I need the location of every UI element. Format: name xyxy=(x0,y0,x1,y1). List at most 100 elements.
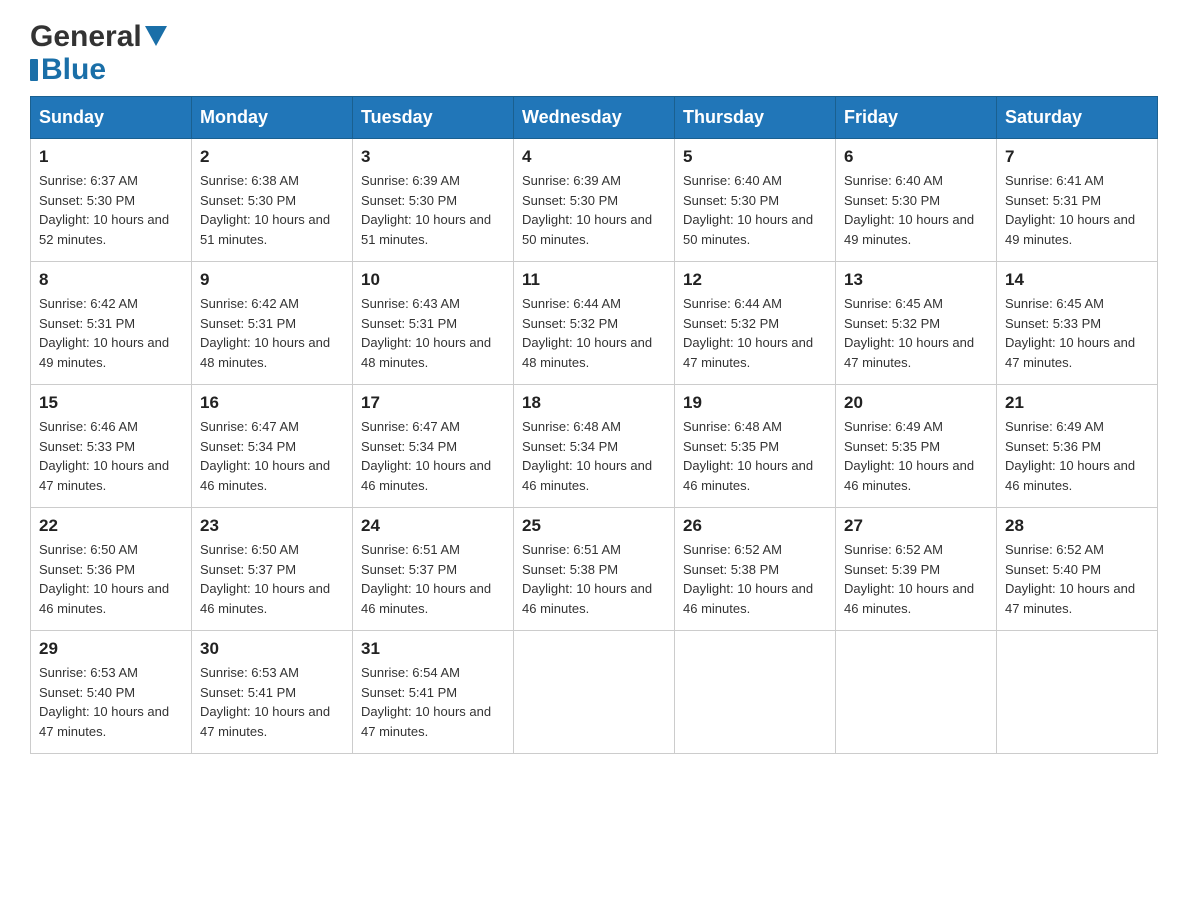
calendar-cell: 8 Sunrise: 6:42 AM Sunset: 5:31 PM Dayli… xyxy=(31,262,192,385)
calendar-cell: 13 Sunrise: 6:45 AM Sunset: 5:32 PM Dayl… xyxy=(836,262,997,385)
day-number: 10 xyxy=(361,270,505,290)
day-number: 19 xyxy=(683,393,827,413)
calendar-cell: 10 Sunrise: 6:43 AM Sunset: 5:31 PM Dayl… xyxy=(353,262,514,385)
day-number: 21 xyxy=(1005,393,1149,413)
calendar-cell: 2 Sunrise: 6:38 AM Sunset: 5:30 PM Dayli… xyxy=(192,139,353,262)
day-info: Sunrise: 6:49 AM Sunset: 5:36 PM Dayligh… xyxy=(1005,417,1149,495)
day-number: 2 xyxy=(200,147,344,167)
calendar-cell: 16 Sunrise: 6:47 AM Sunset: 5:34 PM Dayl… xyxy=(192,385,353,508)
calendar-cell: 27 Sunrise: 6:52 AM Sunset: 5:39 PM Dayl… xyxy=(836,508,997,631)
day-info: Sunrise: 6:48 AM Sunset: 5:35 PM Dayligh… xyxy=(683,417,827,495)
weekday-header-monday: Monday xyxy=(192,97,353,139)
calendar-cell: 28 Sunrise: 6:52 AM Sunset: 5:40 PM Dayl… xyxy=(997,508,1158,631)
day-info: Sunrise: 6:38 AM Sunset: 5:30 PM Dayligh… xyxy=(200,171,344,249)
day-number: 22 xyxy=(39,516,183,536)
weekday-header-row: SundayMondayTuesdayWednesdayThursdayFrid… xyxy=(31,97,1158,139)
calendar-cell: 18 Sunrise: 6:48 AM Sunset: 5:34 PM Dayl… xyxy=(514,385,675,508)
calendar-cell: 17 Sunrise: 6:47 AM Sunset: 5:34 PM Dayl… xyxy=(353,385,514,508)
day-number: 30 xyxy=(200,639,344,659)
day-info: Sunrise: 6:54 AM Sunset: 5:41 PM Dayligh… xyxy=(361,663,505,741)
day-info: Sunrise: 6:53 AM Sunset: 5:40 PM Dayligh… xyxy=(39,663,183,741)
week-row-1: 1 Sunrise: 6:37 AM Sunset: 5:30 PM Dayli… xyxy=(31,139,1158,262)
day-number: 23 xyxy=(200,516,344,536)
calendar-cell xyxy=(836,631,997,754)
day-info: Sunrise: 6:47 AM Sunset: 5:34 PM Dayligh… xyxy=(361,417,505,495)
calendar-cell: 5 Sunrise: 6:40 AM Sunset: 5:30 PM Dayli… xyxy=(675,139,836,262)
calendar-table: SundayMondayTuesdayWednesdayThursdayFrid… xyxy=(30,96,1158,754)
page-header: General Blue xyxy=(30,20,1158,86)
calendar-cell: 14 Sunrise: 6:45 AM Sunset: 5:33 PM Dayl… xyxy=(997,262,1158,385)
day-info: Sunrise: 6:46 AM Sunset: 5:33 PM Dayligh… xyxy=(39,417,183,495)
day-number: 26 xyxy=(683,516,827,536)
logo: General Blue xyxy=(30,20,167,86)
calendar-cell: 15 Sunrise: 6:46 AM Sunset: 5:33 PM Dayl… xyxy=(31,385,192,508)
week-row-2: 8 Sunrise: 6:42 AM Sunset: 5:31 PM Dayli… xyxy=(31,262,1158,385)
day-info: Sunrise: 6:51 AM Sunset: 5:37 PM Dayligh… xyxy=(361,540,505,618)
day-info: Sunrise: 6:47 AM Sunset: 5:34 PM Dayligh… xyxy=(200,417,344,495)
calendar-cell: 12 Sunrise: 6:44 AM Sunset: 5:32 PM Dayl… xyxy=(675,262,836,385)
day-number: 29 xyxy=(39,639,183,659)
week-row-3: 15 Sunrise: 6:46 AM Sunset: 5:33 PM Dayl… xyxy=(31,385,1158,508)
day-info: Sunrise: 6:52 AM Sunset: 5:38 PM Dayligh… xyxy=(683,540,827,618)
day-number: 4 xyxy=(522,147,666,167)
day-number: 12 xyxy=(683,270,827,290)
calendar-cell: 31 Sunrise: 6:54 AM Sunset: 5:41 PM Dayl… xyxy=(353,631,514,754)
calendar-cell: 26 Sunrise: 6:52 AM Sunset: 5:38 PM Dayl… xyxy=(675,508,836,631)
day-info: Sunrise: 6:40 AM Sunset: 5:30 PM Dayligh… xyxy=(683,171,827,249)
calendar-cell xyxy=(997,631,1158,754)
calendar-cell xyxy=(675,631,836,754)
day-info: Sunrise: 6:41 AM Sunset: 5:31 PM Dayligh… xyxy=(1005,171,1149,249)
weekday-header-friday: Friday xyxy=(836,97,997,139)
day-info: Sunrise: 6:53 AM Sunset: 5:41 PM Dayligh… xyxy=(200,663,344,741)
day-info: Sunrise: 6:45 AM Sunset: 5:32 PM Dayligh… xyxy=(844,294,988,372)
day-number: 15 xyxy=(39,393,183,413)
day-number: 9 xyxy=(200,270,344,290)
day-number: 11 xyxy=(522,270,666,290)
day-number: 24 xyxy=(361,516,505,536)
day-info: Sunrise: 6:50 AM Sunset: 5:36 PM Dayligh… xyxy=(39,540,183,618)
week-row-4: 22 Sunrise: 6:50 AM Sunset: 5:36 PM Dayl… xyxy=(31,508,1158,631)
weekday-header-wednesday: Wednesday xyxy=(514,97,675,139)
calendar-cell: 24 Sunrise: 6:51 AM Sunset: 5:37 PM Dayl… xyxy=(353,508,514,631)
day-number: 5 xyxy=(683,147,827,167)
weekday-header-tuesday: Tuesday xyxy=(353,97,514,139)
calendar-cell: 19 Sunrise: 6:48 AM Sunset: 5:35 PM Dayl… xyxy=(675,385,836,508)
logo-blue-text: Blue xyxy=(41,53,106,86)
day-info: Sunrise: 6:44 AM Sunset: 5:32 PM Dayligh… xyxy=(522,294,666,372)
day-number: 16 xyxy=(200,393,344,413)
day-number: 20 xyxy=(844,393,988,413)
day-info: Sunrise: 6:43 AM Sunset: 5:31 PM Dayligh… xyxy=(361,294,505,372)
calendar-cell: 7 Sunrise: 6:41 AM Sunset: 5:31 PM Dayli… xyxy=(997,139,1158,262)
calendar-cell: 25 Sunrise: 6:51 AM Sunset: 5:38 PM Dayl… xyxy=(514,508,675,631)
day-info: Sunrise: 6:51 AM Sunset: 5:38 PM Dayligh… xyxy=(522,540,666,618)
calendar-cell: 21 Sunrise: 6:49 AM Sunset: 5:36 PM Dayl… xyxy=(997,385,1158,508)
day-number: 1 xyxy=(39,147,183,167)
logo-blue-bar xyxy=(30,59,38,81)
calendar-cell xyxy=(514,631,675,754)
logo-general-text: General xyxy=(30,20,142,53)
day-number: 13 xyxy=(844,270,988,290)
weekday-header-sunday: Sunday xyxy=(31,97,192,139)
calendar-cell: 1 Sunrise: 6:37 AM Sunset: 5:30 PM Dayli… xyxy=(31,139,192,262)
day-number: 7 xyxy=(1005,147,1149,167)
day-number: 17 xyxy=(361,393,505,413)
day-info: Sunrise: 6:49 AM Sunset: 5:35 PM Dayligh… xyxy=(844,417,988,495)
day-info: Sunrise: 6:50 AM Sunset: 5:37 PM Dayligh… xyxy=(200,540,344,618)
day-info: Sunrise: 6:52 AM Sunset: 5:39 PM Dayligh… xyxy=(844,540,988,618)
day-info: Sunrise: 6:40 AM Sunset: 5:30 PM Dayligh… xyxy=(844,171,988,249)
day-info: Sunrise: 6:52 AM Sunset: 5:40 PM Dayligh… xyxy=(1005,540,1149,618)
calendar-cell: 11 Sunrise: 6:44 AM Sunset: 5:32 PM Dayl… xyxy=(514,262,675,385)
calendar-cell: 22 Sunrise: 6:50 AM Sunset: 5:36 PM Dayl… xyxy=(31,508,192,631)
logo-arrow-icon xyxy=(145,26,167,51)
day-number: 27 xyxy=(844,516,988,536)
day-info: Sunrise: 6:44 AM Sunset: 5:32 PM Dayligh… xyxy=(683,294,827,372)
day-number: 3 xyxy=(361,147,505,167)
weekday-header-saturday: Saturday xyxy=(997,97,1158,139)
day-info: Sunrise: 6:48 AM Sunset: 5:34 PM Dayligh… xyxy=(522,417,666,495)
calendar-cell: 20 Sunrise: 6:49 AM Sunset: 5:35 PM Dayl… xyxy=(836,385,997,508)
calendar-cell: 6 Sunrise: 6:40 AM Sunset: 5:30 PM Dayli… xyxy=(836,139,997,262)
day-number: 8 xyxy=(39,270,183,290)
calendar-cell: 3 Sunrise: 6:39 AM Sunset: 5:30 PM Dayli… xyxy=(353,139,514,262)
calendar-cell: 29 Sunrise: 6:53 AM Sunset: 5:40 PM Dayl… xyxy=(31,631,192,754)
calendar-cell: 4 Sunrise: 6:39 AM Sunset: 5:30 PM Dayli… xyxy=(514,139,675,262)
